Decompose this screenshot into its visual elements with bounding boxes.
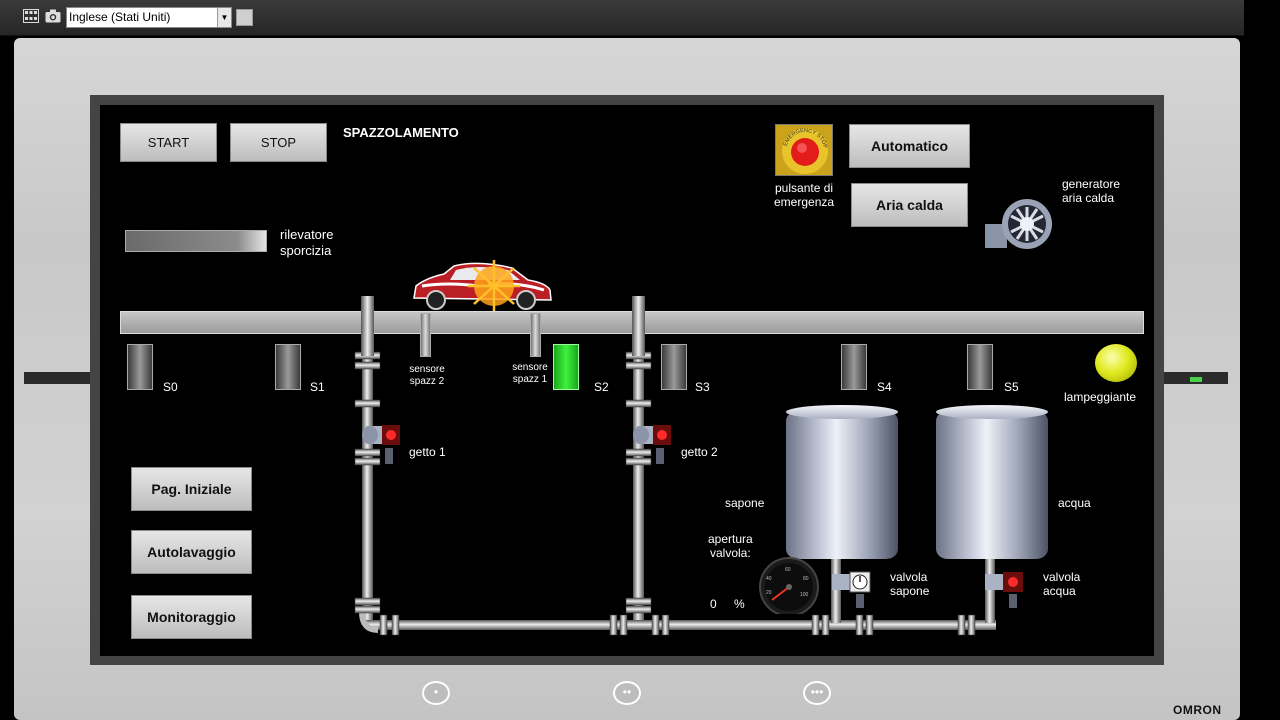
carwash-button[interactable]: Autolavaggio [131,530,252,574]
brush-sensor-1-label: sensore spazz 1 [512,362,548,385]
emergency-stop-button[interactable]: EMERGENCY STOP [775,124,833,176]
hot-air-generator-label: generatore aria calda [1062,177,1121,205]
home-page-button[interactable]: Pag. Iniziale [131,467,252,511]
pipe-riser-2 [632,296,645,356]
brush-sensor-2 [420,313,431,357]
flashing-light [1095,344,1137,382]
gauge-tick-20: 20 [766,590,772,596]
jet-1-label: getto 1 [409,445,446,459]
sensor-s4 [841,344,867,390]
stop-button[interactable]: STOP [230,123,327,162]
water-tank-label: acqua [1058,496,1091,510]
sensor-s1 [275,344,301,390]
sensor-s2-label: S2 [594,380,609,394]
dirt-detector-label: rilevatore sporcizia [280,227,334,258]
car-icon [413,260,552,312]
monitoring-button[interactable]: Monitoraggio [131,595,252,639]
gauge-tick-40: 40 [766,576,772,582]
soap-valve-label: valvola sapone [890,570,930,598]
sensor-s3 [661,344,687,390]
valve-opening-label: apertura valvola: [708,532,753,560]
jet-2-label: getto 2 [681,445,718,459]
brush-sensor-2-label: sensore spazz 2 [409,364,445,387]
brush-sensor-1 [530,313,541,357]
valve-opening-value: 0 [710,597,717,611]
gauge-tick-80: 80 [803,576,809,582]
valve-opening-gauge: 20 40 60 80 100 [759,557,819,614]
gauge-tick-60: 60 [785,567,791,573]
fan-icon [985,199,1052,249]
jet-2-valve-icon [633,425,671,464]
sensor-s5 [967,344,993,390]
automatic-button[interactable]: Automatico [849,124,970,168]
dirt-detector-bar [125,230,267,252]
gauge-tick-100: 100 [800,592,809,598]
sensor-s1-label: S1 [310,380,325,394]
soap-tank-label: sapone [725,496,765,510]
hot-air-button[interactable]: Aria calda [851,183,968,227]
phase-title: SPAZZOLAMENTO [343,125,459,140]
flashing-light-label: lampeggiante [1064,390,1137,404]
sensor-s5-label: S5 [1004,380,1019,394]
sensor-s2 [553,344,579,390]
start-button[interactable]: START [120,123,217,162]
water-tank [936,405,1048,559]
pipe-riser-1 [361,296,374,356]
sensor-s3-label: S3 [695,380,710,394]
sensor-s0 [127,344,153,390]
soap-tank [786,405,898,559]
emergency-stop-icon: EMERGENCY STOP [782,128,828,174]
soap-valve-icon [832,571,871,608]
water-valve-label: valvola acqua [1043,570,1081,598]
emergency-label: pulsante di emergenza [774,181,835,209]
water-valve-icon [985,572,1023,608]
sensor-s4-label: S4 [877,380,892,394]
jet-1-valve-icon [362,425,400,464]
valve-opening-unit: % [734,597,745,611]
sensor-s0-label: S0 [163,380,178,394]
